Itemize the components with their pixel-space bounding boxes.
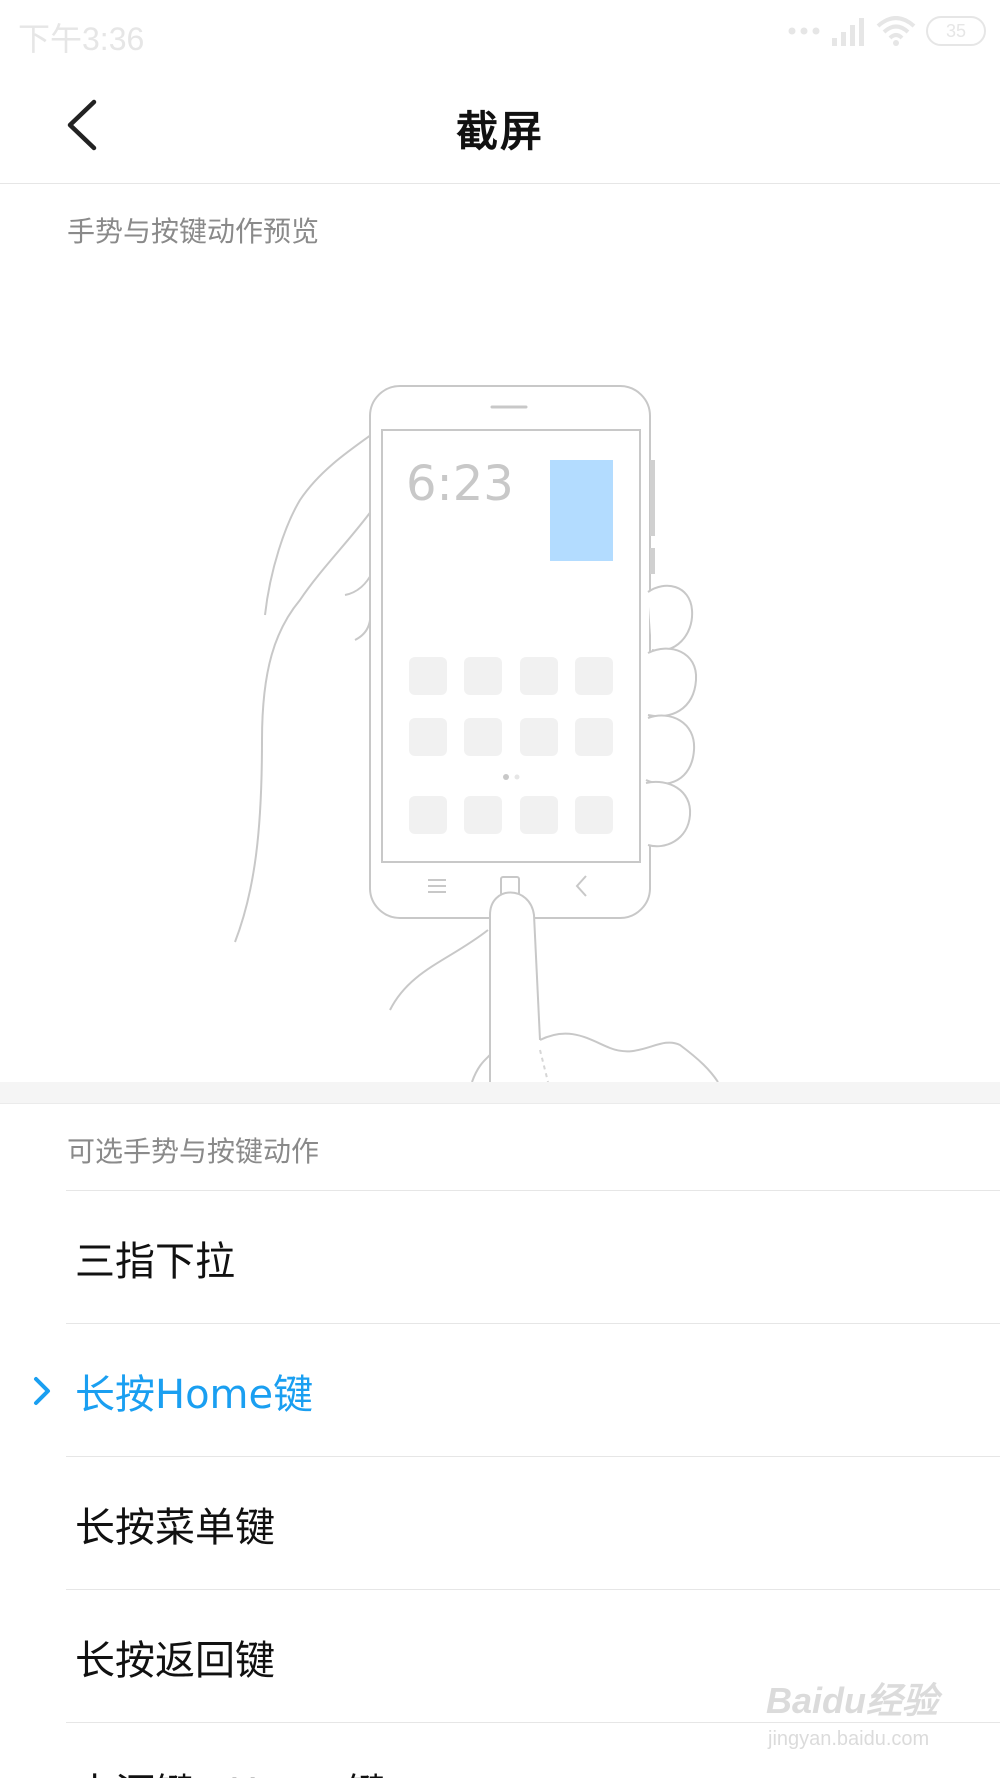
cellular-signal-icon [832,18,864,46]
status-icons: 35 [788,16,986,46]
option-three-finger-swipe[interactable]: 三指下拉 [0,1191,1000,1324]
battery-icon: 35 [926,16,986,46]
section-separator [0,1082,1000,1104]
watermark-url: jingyan.baidu.com [768,1728,930,1750]
options-section-heading: 可选手势与按键动作 [67,1135,320,1168]
preview-clock: 6:23 [406,456,514,512]
baidu-watermark: Baidu经验 jingyan.baidu.com [766,1672,966,1762]
preview-highlight-widget [550,460,613,561]
option-long-press-menu[interactable]: 长按菜单键 [0,1457,1000,1590]
preview-section-heading: 手势与按键动作预览 [67,215,320,248]
option-label: 电源键+Home键 [75,1761,387,1778]
header: 截屏 [0,70,1000,184]
chevron-right-icon [34,1377,50,1405]
status-bar: 下午3:36 35 [0,0,1000,70]
option-label: 三指下拉 [75,1239,235,1285]
option-label: 长按返回键 [75,1638,275,1684]
signal-dots-icon [788,27,820,35]
status-time: 下午3:36 [18,21,145,57]
option-label: 长按Home键 [75,1372,314,1418]
watermark-logo: Baidu经验 [766,1680,939,1721]
option-long-press-home[interactable]: 长按Home键 [0,1324,1000,1457]
phone-in-hand-illustration: 6:23 [234,385,719,1083]
wifi-icon [876,16,916,46]
gesture-preview: 6:23 [0,270,1000,1083]
page-title: 截屏 [455,107,544,156]
option-label: 长按菜单键 [75,1505,275,1551]
